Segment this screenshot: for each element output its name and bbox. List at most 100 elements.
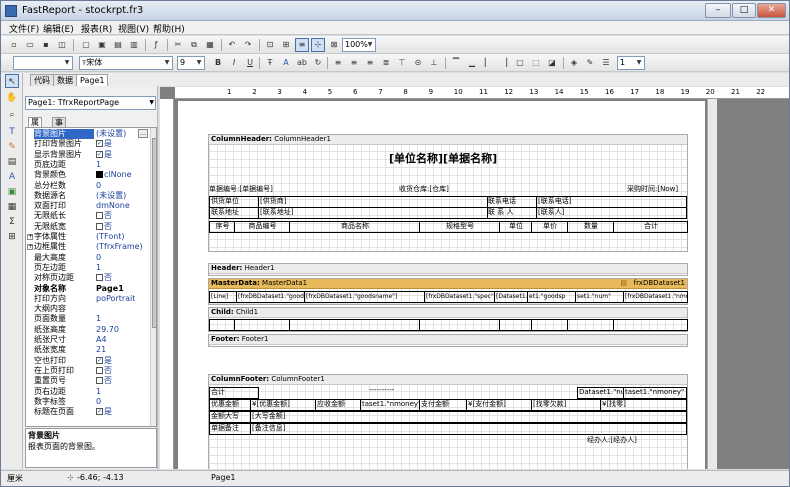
ungroup-icon[interactable]: ⊞: [279, 38, 293, 52]
property-value[interactable]: 21: [96, 345, 106, 355]
property-row[interactable]: 总分栏数 0: [26, 181, 150, 191]
ellipsis-button[interactable]: …: [138, 129, 148, 138]
frame-style-icon[interactable]: ☰: [599, 56, 613, 70]
contact-label[interactable]: 联 系 人: [487, 207, 537, 219]
undo-icon[interactable]: ↶: [225, 38, 239, 52]
address-value[interactable]: [联系地址]: [258, 207, 488, 219]
property-row[interactable]: + 字体属性 (TFont): [26, 232, 150, 242]
font-name-combo[interactable]: Ŧ宋体 ▼: [79, 56, 173, 70]
child-band[interactable]: Child: Child1: [208, 307, 688, 332]
hand-icon[interactable]: ✋: [5, 91, 19, 105]
tab-data[interactable]: 数据: [53, 74, 77, 86]
menu-help[interactable]: 帮助(H): [153, 22, 185, 35]
save-icon[interactable]: ▪: [39, 38, 53, 52]
child-cell[interactable]: [234, 319, 290, 331]
new-report-icon[interactable]: ▫: [7, 38, 21, 52]
band-icon[interactable]: ▤: [5, 155, 19, 169]
property-row[interactable]: 重置页号 否: [26, 376, 150, 386]
property-value[interactable]: 1: [96, 314, 101, 324]
property-value[interactable]: ✓ 是: [96, 150, 112, 160]
frame-none-icon[interactable]: ⬚: [529, 56, 543, 70]
property-value[interactable]: 1: [96, 263, 101, 273]
highlight-icon[interactable]: ab: [295, 56, 309, 70]
cut-icon[interactable]: ✂: [171, 38, 185, 52]
column-header-cell[interactable]: 规格型号: [419, 221, 500, 233]
frame-right-icon[interactable]: ▕: [497, 56, 511, 70]
align-top-icon[interactable]: ⊤: [395, 56, 409, 70]
sum-dash[interactable]: ----------: [369, 386, 394, 395]
property-row[interactable]: 在上页打印 否: [26, 366, 150, 376]
property-row[interactable]: 页底边距 1: [26, 160, 150, 170]
property-row[interactable]: 双面打印 dmNone: [26, 201, 150, 211]
master-data-cell[interactable]: [Line]: [209, 291, 237, 303]
fit-grid-icon[interactable]: ⊠: [327, 38, 341, 52]
page-settings-icon[interactable]: ▥: [127, 38, 141, 52]
property-row[interactable]: 页面数量 1: [26, 314, 150, 324]
note-value[interactable]: [备注信息]: [250, 423, 687, 435]
operator-text[interactable]: 经办人:[经办人]: [587, 436, 637, 445]
property-value[interactable]: ✓ 是: [96, 407, 112, 417]
column-header-cell[interactable]: 数量: [567, 221, 614, 233]
column-header-cell[interactable]: 商品名称: [289, 221, 420, 233]
property-value[interactable]: 否: [96, 376, 112, 386]
bold-icon[interactable]: B: [211, 56, 225, 70]
open-folder-icon[interactable]: ▭: [23, 38, 37, 52]
child-cell[interactable]: [531, 319, 568, 331]
property-value[interactable]: 否: [96, 222, 112, 232]
master-data-cell[interactable]: [frxDBDataset1."spec"]: [424, 291, 495, 303]
property-row[interactable]: 最大高度 0: [26, 253, 150, 263]
upper-label[interactable]: 金额大写: [209, 411, 251, 423]
property-value[interactable]: (未设置): [96, 191, 126, 201]
master-data-cell[interactable]: [frxDBDataset1."goodsname"]: [304, 291, 425, 303]
property-value[interactable]: 0: [96, 397, 101, 407]
due-value[interactable]: [找零欠款]: [531, 399, 601, 411]
italic-icon[interactable]: I: [227, 56, 241, 70]
property-value[interactable]: ✓ 是: [96, 356, 112, 366]
column-header-cell[interactable]: 合计: [613, 221, 688, 233]
purchase-time-text[interactable]: 采购时间:[Now]: [627, 185, 678, 194]
discount-label[interactable]: 优惠金额: [209, 399, 251, 411]
property-value[interactable]: Page1: [96, 284, 124, 294]
column-footer-band[interactable]: ColumnFooter: ColumnFooter1 合计 ---------…: [208, 374, 688, 469]
property-row[interactable]: 页右边距 1: [26, 387, 150, 397]
property-value[interactable]: 0: [96, 181, 101, 191]
property-value[interactable]: 0: [96, 253, 101, 263]
column-header-cell[interactable]: 序号: [209, 221, 235, 233]
child-cell[interactable]: [289, 319, 420, 331]
select-pointer-icon[interactable]: ↖: [5, 74, 19, 88]
warehouse-text[interactable]: 收货仓库:[仓库]: [399, 185, 449, 194]
scrollbar-thumb[interactable]: [152, 138, 156, 328]
minimize-button[interactable]: –: [705, 3, 731, 18]
expand-icon[interactable]: +: [27, 234, 33, 240]
close-button[interactable]: ✕: [757, 3, 786, 18]
sum-label[interactable]: 合计: [209, 387, 259, 399]
format-copy-icon[interactable]: ✎: [5, 140, 19, 154]
picture-icon[interactable]: ▣: [5, 185, 19, 199]
property-row[interactable]: 标题在页面 ✓ 是: [26, 407, 150, 417]
sum-icon[interactable]: Σ: [5, 215, 19, 229]
property-row[interactable]: 无限纸长 否: [26, 211, 150, 221]
frame-bottom-icon[interactable]: ▁: [465, 56, 479, 70]
address-label[interactable]: 联系地址: [209, 207, 259, 219]
column-header-cell[interactable]: 单位: [499, 221, 532, 233]
property-row[interactable]: 大纲内容: [26, 304, 150, 314]
text-edit-icon[interactable]: T: [5, 125, 19, 139]
report-page[interactable]: ColumnHeader: ColumnHeader1 [单位名称][单据名称]…: [178, 101, 705, 469]
redo-icon[interactable]: ↷: [241, 38, 255, 52]
style-combo[interactable]: ▼: [13, 56, 73, 70]
property-value[interactable]: 1: [96, 387, 101, 397]
maximize-button[interactable]: □: [732, 3, 756, 18]
property-value[interactable]: 否: [96, 366, 112, 376]
group-icon[interactable]: ⊡: [263, 38, 277, 52]
property-row[interactable]: 空也打印 ✓ 是: [26, 356, 150, 366]
footer-band[interactable]: Footer: Footer1: [208, 334, 688, 347]
property-value[interactable]: dmNone: [96, 201, 130, 211]
master-data-cell[interactable]: [frxDBDataset1."goodsid"]: [236, 291, 305, 303]
report-title[interactable]: [单位名称][单据名称]: [389, 152, 497, 165]
paste-icon[interactable]: ▦: [203, 38, 217, 52]
zoom-combo[interactable]: 100% ▼: [342, 38, 376, 52]
frame-color-icon[interactable]: ✎: [583, 56, 597, 70]
tab-properties[interactable]: 属性: [28, 117, 42, 136]
payable-label[interactable]: 应收金额: [315, 399, 361, 411]
payable-value[interactable]: taset1."nmoney">MasterData1]-: [360, 399, 420, 411]
